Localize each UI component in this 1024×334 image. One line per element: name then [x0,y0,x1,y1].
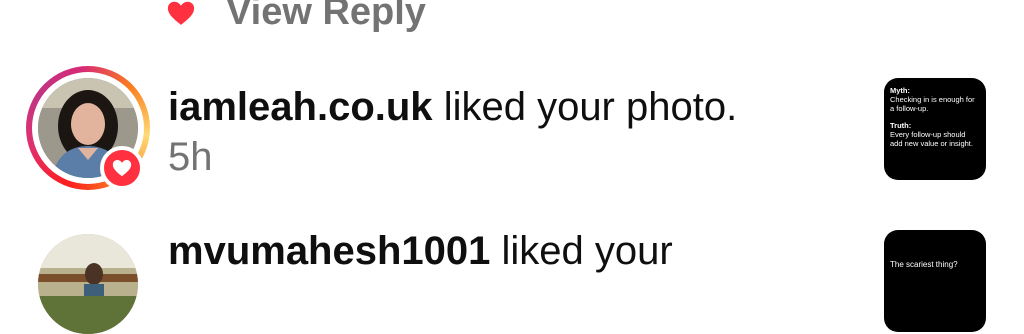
thumbnail-text: The scariest thing? [890,260,958,269]
like-badge [100,146,144,190]
post-thumbnail[interactable]: The scariest thing? [884,230,986,332]
view-reply-link[interactable]: View Reply [226,0,426,34]
thumbnail-myth-label: Myth: [890,86,910,95]
username[interactable]: mvumahesh1001 [168,229,490,273]
username[interactable]: iamleah.co.uk [168,85,433,129]
timestamp: 5h [168,135,213,179]
notification-text: iamleah.co.uk liked your photo. 5h [168,82,768,182]
heart-icon[interactable] [166,0,196,28]
avatar[interactable] [38,234,138,334]
avatar-portrait [38,234,138,334]
action-text: liked your [501,229,673,273]
heart-icon [112,160,132,177]
previous-comment-row: View Reply [0,0,1024,36]
thumbnail-myth-text: Checking in is enough for a follow-up. [890,95,975,113]
notification-row[interactable]: iamleah.co.uk liked your photo. 5h Myth:… [0,66,1024,196]
thumbnail-truth-text: Every follow-up should add new value or … [890,130,973,148]
thumbnail-truth-label: Truth: [890,121,912,130]
notification-row[interactable]: mvumahesh1001 liked your The scariest th… [0,226,1024,334]
action-text: liked your photo. [443,85,738,129]
notification-text: mvumahesh1001 liked your [168,226,768,276]
post-thumbnail[interactable]: Myth: Checking in is enough for a follow… [884,78,986,180]
